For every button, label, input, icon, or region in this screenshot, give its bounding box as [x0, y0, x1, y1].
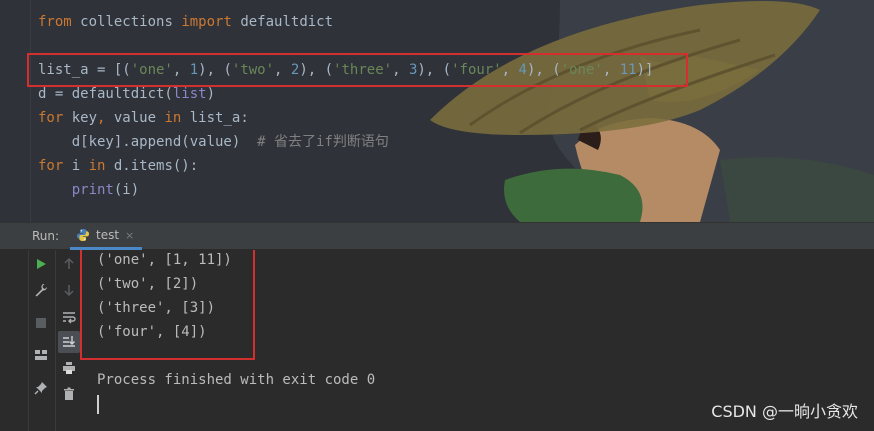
- close-icon[interactable]: ×: [125, 229, 134, 242]
- code-token: in: [88, 158, 114, 174]
- toolbar-divider: [28, 250, 29, 431]
- code-highlight-box: [27, 53, 688, 87]
- watermark: CSDN @一晌小贪欢: [711, 402, 858, 421]
- python-icon: [76, 228, 90, 242]
- code-token: (i): [113, 182, 140, 198]
- run-console[interactable]: ('one', [1, 11]) ('two', [2]) ('three', …: [0, 250, 874, 431]
- code-token: import: [181, 14, 241, 30]
- code-comment: # 省去了if判断语句: [257, 134, 389, 150]
- code-token: value: [113, 110, 165, 126]
- code-line-4[interactable]: d = defaultdict(list): [38, 84, 215, 104]
- scroll-to-end-icon[interactable]: [58, 331, 80, 353]
- code-line-6[interactable]: d[key].append(value) # 省去了if判断语句: [38, 132, 389, 152]
- code-token: collections: [80, 14, 182, 30]
- console-caret: [97, 395, 99, 414]
- code-token: d.items():: [113, 158, 199, 174]
- soft-wrap-icon[interactable]: [58, 306, 80, 328]
- run-label: Run:: [32, 229, 60, 243]
- code-token: i: [71, 158, 89, 174]
- code-token: in: [164, 110, 190, 126]
- code-token: list: [172, 86, 207, 102]
- arrow-up-icon[interactable]: [58, 253, 80, 275]
- code-line-5[interactable]: for key, value in list_a:: [38, 108, 249, 128]
- tab-label: test: [96, 228, 120, 242]
- code-token: d = defaultdict(: [38, 86, 173, 102]
- code-token: for: [38, 110, 72, 126]
- code-line-7[interactable]: for i in d.items():: [38, 156, 198, 176]
- code-token: key: [71, 110, 98, 126]
- wrench-icon[interactable]: [30, 279, 52, 301]
- code-token: from: [38, 14, 81, 30]
- print-icon[interactable]: [58, 357, 80, 379]
- code-token: d[key].append(value): [38, 134, 258, 150]
- exit-status-line: Process finished with exit code 0: [97, 372, 376, 388]
- toolbar-divider: [55, 250, 56, 431]
- code-token: list_a:: [189, 110, 249, 126]
- layout-icon[interactable]: [30, 344, 52, 366]
- run-toolbar: Run: test ×: [0, 222, 874, 250]
- code-line-8[interactable]: print(i): [38, 180, 139, 200]
- code-token: print: [71, 182, 114, 198]
- code-line-1[interactable]: from collections import defaultdict: [38, 12, 333, 32]
- code-token: ,: [97, 110, 114, 126]
- output-highlight-box: [80, 250, 255, 360]
- tab-test[interactable]: test ×: [70, 223, 143, 250]
- rerun-icon[interactable]: [30, 253, 52, 275]
- code-token: defaultdict: [240, 14, 334, 30]
- code-editor[interactable]: from collections import defaultdict list…: [0, 0, 874, 222]
- pin-icon[interactable]: [30, 377, 52, 399]
- code-token: for: [38, 158, 72, 174]
- stop-icon[interactable]: [30, 312, 52, 334]
- code-token: ): [206, 86, 216, 102]
- trash-icon[interactable]: [58, 383, 80, 405]
- arrow-down-icon[interactable]: [58, 279, 80, 301]
